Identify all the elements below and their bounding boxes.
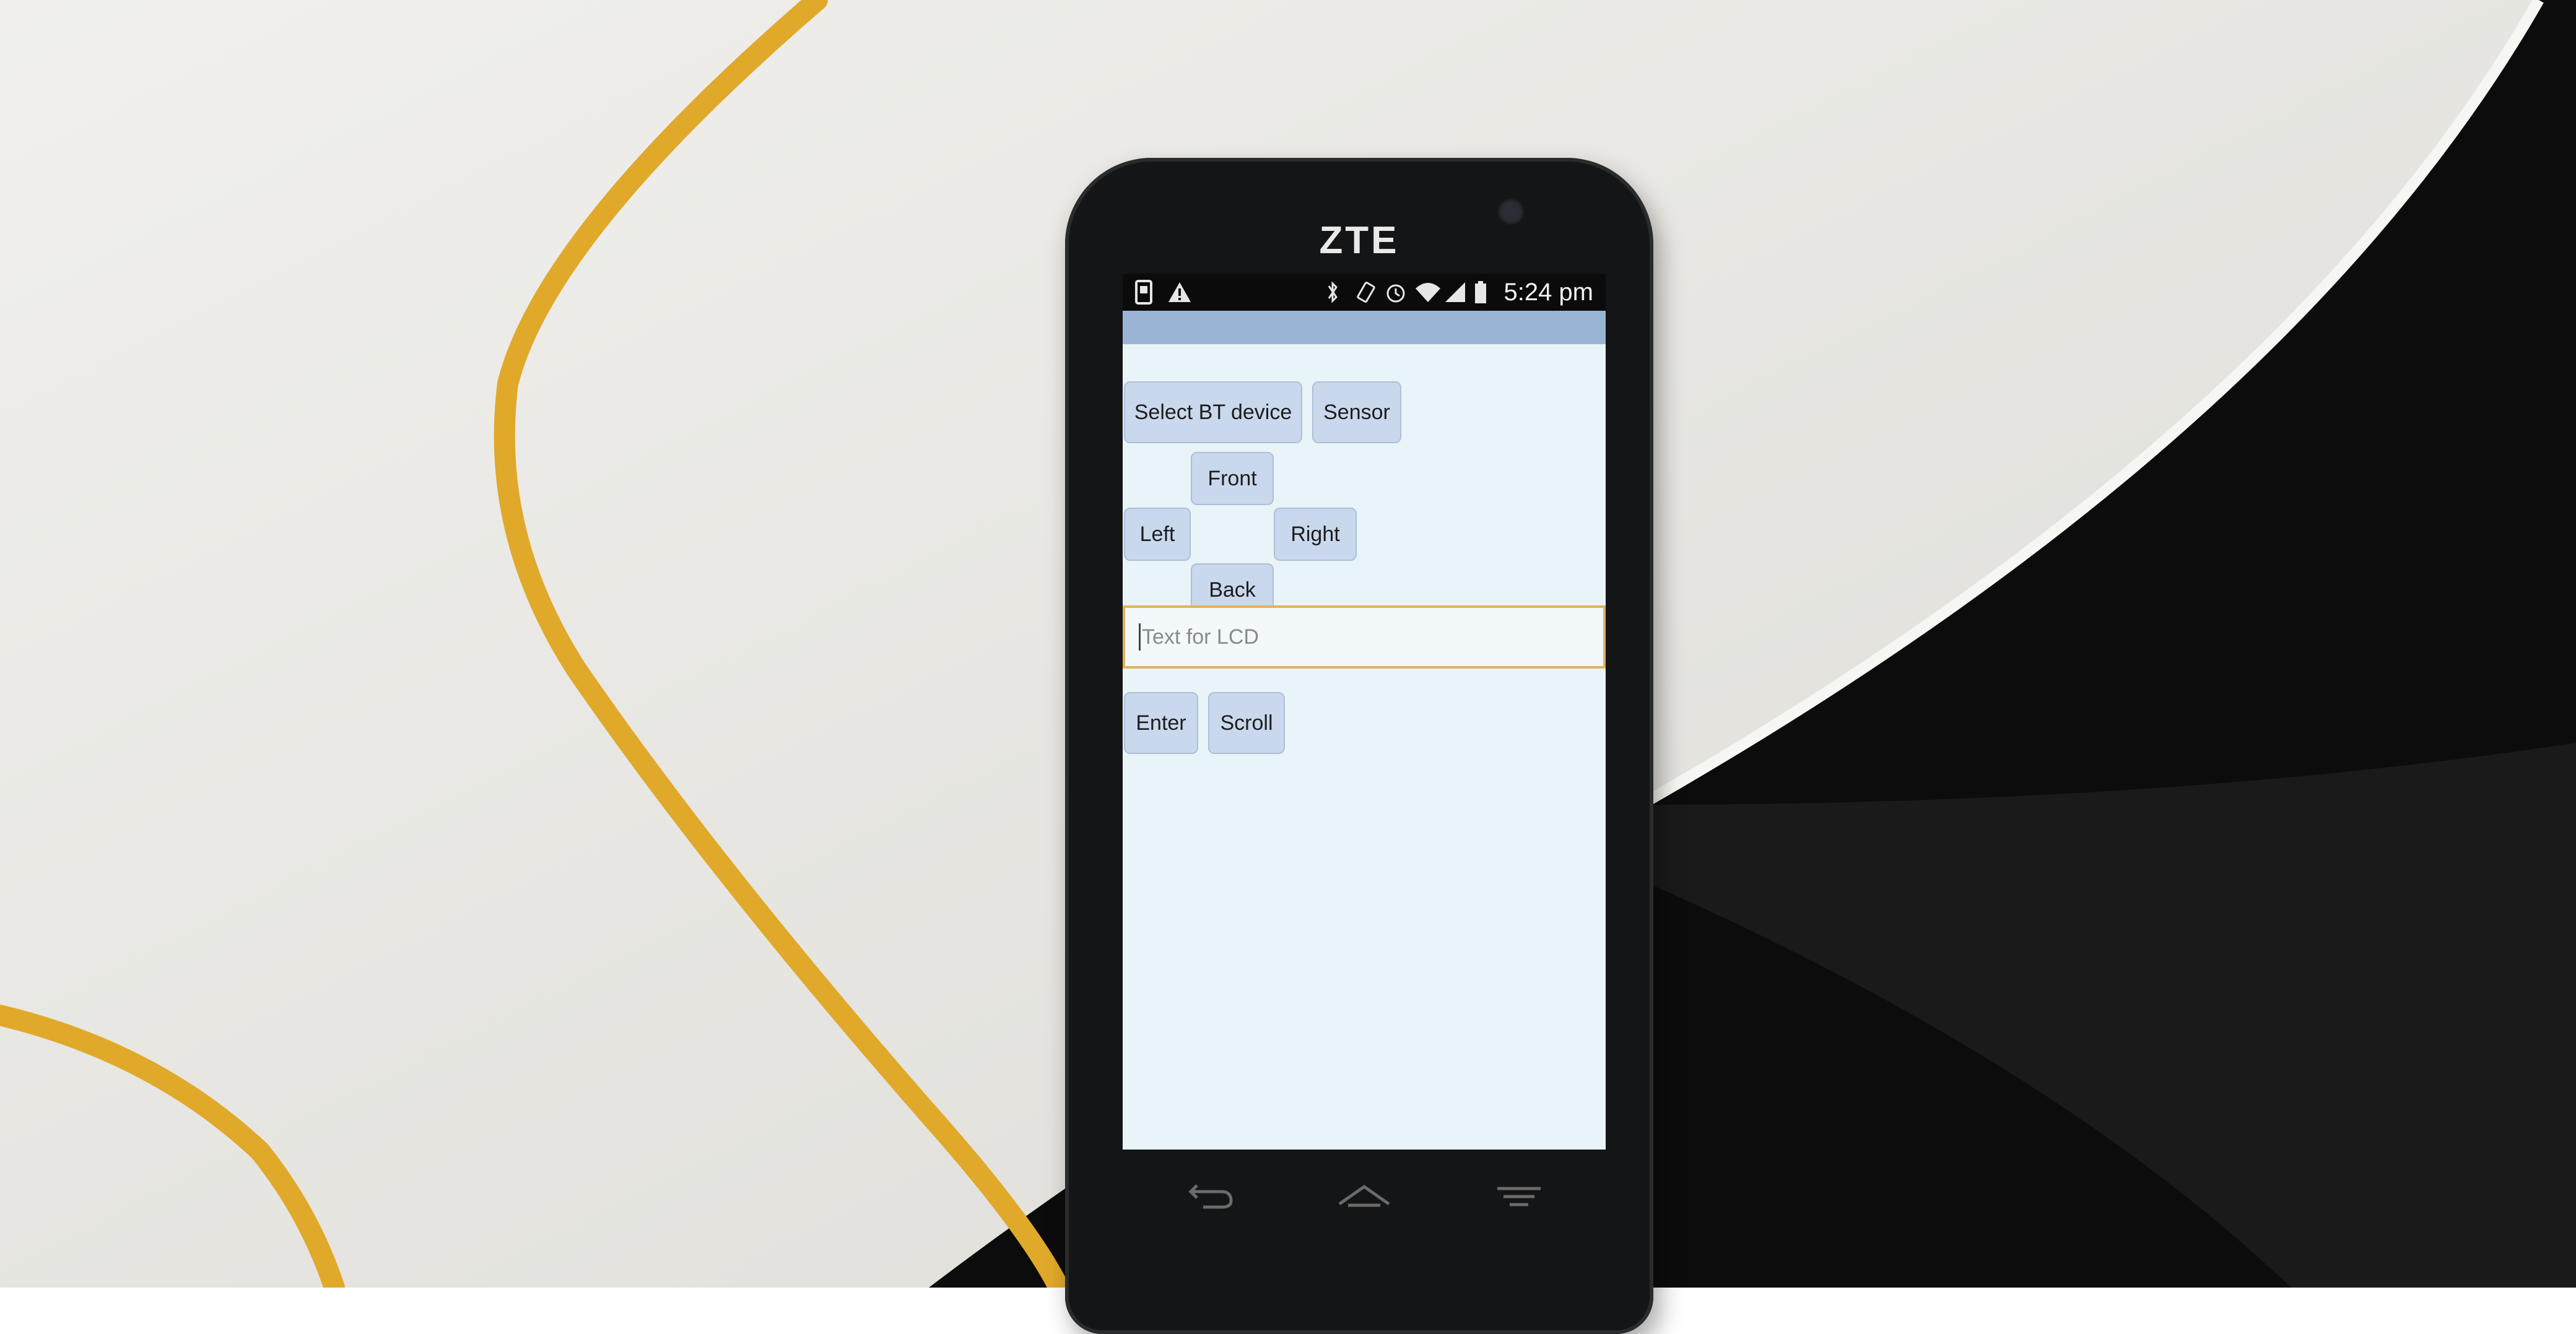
phone-device: ZTE 5:24 pm Select BT device Sensor Fron… xyxy=(1065,158,1653,1334)
right-button[interactable]: Right xyxy=(1274,508,1357,561)
wifi-icon xyxy=(1414,280,1441,305)
rotate-icon xyxy=(1355,280,1376,305)
back-icon[interactable] xyxy=(1178,1173,1240,1216)
bluetooth-icon xyxy=(1325,280,1345,305)
lcd-text-placeholder: Text for LCD xyxy=(1142,625,1259,649)
home-icon[interactable] xyxy=(1333,1173,1395,1216)
scroll-button[interactable]: Scroll xyxy=(1208,692,1285,754)
brand-logo: ZTE xyxy=(1319,219,1399,262)
lcd-text-input[interactable]: Text for LCD xyxy=(1123,605,1606,669)
menu-icon[interactable] xyxy=(1488,1173,1550,1216)
left-button[interactable]: Left xyxy=(1124,508,1191,561)
enter-button[interactable]: Enter xyxy=(1124,692,1198,754)
app-title-bar xyxy=(1123,311,1606,344)
text-cursor xyxy=(1139,623,1141,651)
alarm-icon xyxy=(1385,280,1405,305)
status-bar: 5:24 pm xyxy=(1123,274,1606,311)
signal-icon xyxy=(1444,280,1466,305)
phone-screen: 5:24 pm Select BT device Sensor Front Le… xyxy=(1123,274,1606,1150)
front-camera xyxy=(1497,198,1525,225)
navigation-bar xyxy=(1123,1161,1606,1235)
warning-icon xyxy=(1167,280,1191,305)
select-bt-device-button[interactable]: Select BT device xyxy=(1124,381,1302,443)
front-button[interactable]: Front xyxy=(1191,452,1274,505)
sensor-button[interactable]: Sensor xyxy=(1312,381,1401,443)
status-time: 5:24 pm xyxy=(1503,279,1593,306)
battery-icon xyxy=(1474,280,1494,305)
download-icon xyxy=(1134,280,1154,305)
